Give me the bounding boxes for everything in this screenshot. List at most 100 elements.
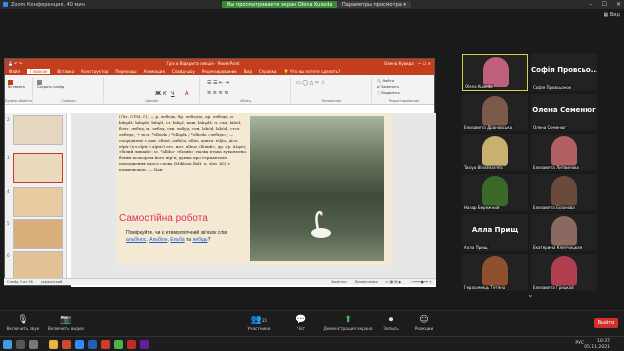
view-options-button[interactable]: Параметры просмотра ▾ [337,1,411,8]
underline-button[interactable]: Ч [171,91,174,97]
participant-display-name: Олена Семенюг [532,106,596,114]
slide-task-text[interactable]: Поміркуйте, чи є етимологічний зв'язок с… [126,230,246,244]
clipboard-group-label: Буфер обмена [5,99,32,103]
find-label: Найти [382,79,394,83]
participant-tile[interactable]: Софія Провсьо... Софія Провсьонок [531,54,597,91]
start-video-button[interactable]: 📷 Включить видео [45,315,87,331]
app-icon[interactable] [140,340,149,349]
participant-tile[interactable]: Елизавета Грицкай [531,254,597,291]
tab-design[interactable]: Конструктор [81,69,108,74]
share-banner: Вы просматриваете экран Olena Kuxeda [222,1,338,8]
shapes-gallery[interactable]: ▭ ◯ △ ⇨ ☆ [296,80,325,86]
participant-name: Софія Провсьонок [532,85,573,90]
comments-toggle[interactable]: Примечания [355,280,378,284]
chevron-down-icon[interactable]: ⌄ [527,290,534,299]
slide-etymology-text[interactable]: (Літ. СУМ, Г); — р. лебедь, бр. лебедзь,… [119,114,246,173]
tell-me-search[interactable]: 💡 Что вы хотите сделать? [283,69,340,74]
participant-tile[interactable]: Олена Семенюг Олена Семенюг [531,94,597,131]
slide-thumbnail[interactable] [13,251,63,281]
slide-editing-area[interactable]: (Літ. СУМ, Г); — р. лебедь, бр. лебедзь,… [71,113,436,279]
bullets-button[interactable]: ☰ ☰ ⇤ ⇥ [207,80,229,86]
tab-transitions[interactable]: Переходы [115,69,136,74]
tab-insert[interactable]: Вставка [57,69,74,74]
chat-button[interactable]: 💬 Чат [290,315,312,331]
task-view-icon[interactable] [29,340,38,349]
tab-home[interactable]: Главная [27,68,51,74]
participant-tile[interactable]: Екатерина Клепчицкая [531,214,597,251]
zoom-slider[interactable]: – ━━━━●━━ + [409,280,432,284]
reactions-icon: ☺ [419,315,429,325]
search-icon[interactable] [16,340,25,349]
replace-button[interactable]: ⇄ Заменить [377,85,399,89]
swan-photo[interactable] [250,116,384,261]
slide-thumbnail[interactable] [13,219,63,249]
bold-button[interactable]: Ж [155,91,161,97]
language-indicator[interactable]: РУС [575,341,584,346]
font-color-button[interactable]: A [185,91,188,97]
word-link: Альбіон [149,237,168,243]
reactions-button[interactable]: ☺ Реакции [410,315,438,331]
new-slide-button[interactable]: Создать слайд [37,80,64,89]
participant-name: Елизавета Біланова [532,205,576,210]
windows-start-icon[interactable] [3,340,12,349]
participant-tile[interactable]: Елизавета Біланова [531,174,597,211]
zoom-app-icon[interactable] [75,340,84,349]
paste-button[interactable]: Вставить [8,80,25,89]
powerpoint-icon[interactable] [101,340,110,349]
word-link: Ельба [170,237,185,243]
tab-view[interactable]: Вид [244,69,252,74]
paragraph-group-label: Абзац [240,99,251,103]
view-buttons[interactable]: ▭ ▦ ▤ ▶ [385,280,401,284]
minimize-icon[interactable]: – [590,1,593,8]
participant-video [483,57,509,87]
participant-tile[interactable]: Елизавета Литвинова [531,134,597,171]
tab-review[interactable]: Рецензирование [202,69,237,74]
italic-button[interactable]: К [163,91,167,97]
ppt-ribbon-tabs: Файл Главная Вставка Конструктор Переход… [5,67,434,75]
slide-heading[interactable]: Самостійна робота [119,213,208,224]
find-button[interactable]: 🔍 Найти [377,79,394,83]
participant-video [482,256,508,286]
tab-animations[interactable]: Анимация [144,69,165,74]
speaker-view-label: Вид [609,12,620,18]
tab-help[interactable]: Справка [259,69,277,74]
slide-thumbnail[interactable] [13,187,63,217]
participant-name: Елизавета Литвинова [532,165,580,170]
file-explorer-icon[interactable] [49,340,58,349]
start-video-label: Включить видео [47,326,85,331]
participant-tile[interactable]: Герасимець Тетяна [462,254,528,291]
word-icon[interactable] [88,340,97,349]
participants-button[interactable]: 👥21 Участники [242,315,276,331]
app-icon[interactable] [127,340,136,349]
share-banner-text: Вы просматриваете экран Olena Kuxeda [227,1,333,8]
language-status[interactable]: украинский [41,280,63,284]
ppt-title-bar: 💾 ↶ ↷ Гріх в Відкрита лекція - PowerPoin… [5,59,434,67]
unmute-button[interactable]: 🎙 Включить звук [4,315,42,331]
select-button[interactable]: ⬚ Выделить [377,91,400,95]
office-icon[interactable] [62,340,71,349]
participant-tile[interactable]: Алла Прищ Алла Прищ [462,214,528,251]
system-clock[interactable]: 10:37 05.11.2021 [584,339,610,350]
tab-slideshow[interactable]: Слайд-шоу [172,69,195,74]
participant-tile[interactable]: Tasiya Biloshkvirets [462,134,528,171]
tab-file[interactable]: Файл [9,69,20,74]
participant-name: Tasiya Biloshkvirets [463,165,505,170]
participant-tile[interactable]: Olena Kuxeda [462,54,528,91]
ppt-quick-access[interactable]: 💾 ↶ ↷ [8,61,22,66]
slide-thumbnail[interactable] [13,115,63,145]
zoom-control-bar: 🎙 Включить звук 📷 Включить видео 👥21 Участн… [0,310,624,336]
maximize-icon[interactable]: ☐ [602,1,607,8]
share-screen-button[interactable]: ⬆ Демонстрация экрана [320,315,376,331]
current-slide[interactable]: (Літ. СУМ, Г); — р. лебедь, бр. лебедзь,… [117,113,392,265]
align-buttons[interactable]: ≡ ≡ ≡ ≡ [207,90,229,96]
close-icon[interactable]: ✕ [616,1,621,8]
leave-button[interactable]: Выйти [594,318,618,328]
participant-tile[interactable]: Назар Бережний [462,174,528,211]
slide-thumbnail-selected[interactable] [13,153,63,183]
record-button[interactable]: ⏺ Запись [378,315,404,331]
participant-name: Елизавета Грицкай [532,285,575,290]
notes-toggle[interactable]: Заметки [331,280,347,284]
chrome-icon[interactable] [114,340,123,349]
speaker-view-button[interactable]: ▦ Вид [604,12,620,18]
participant-tile[interactable]: Елизавета Драновська [462,94,528,131]
